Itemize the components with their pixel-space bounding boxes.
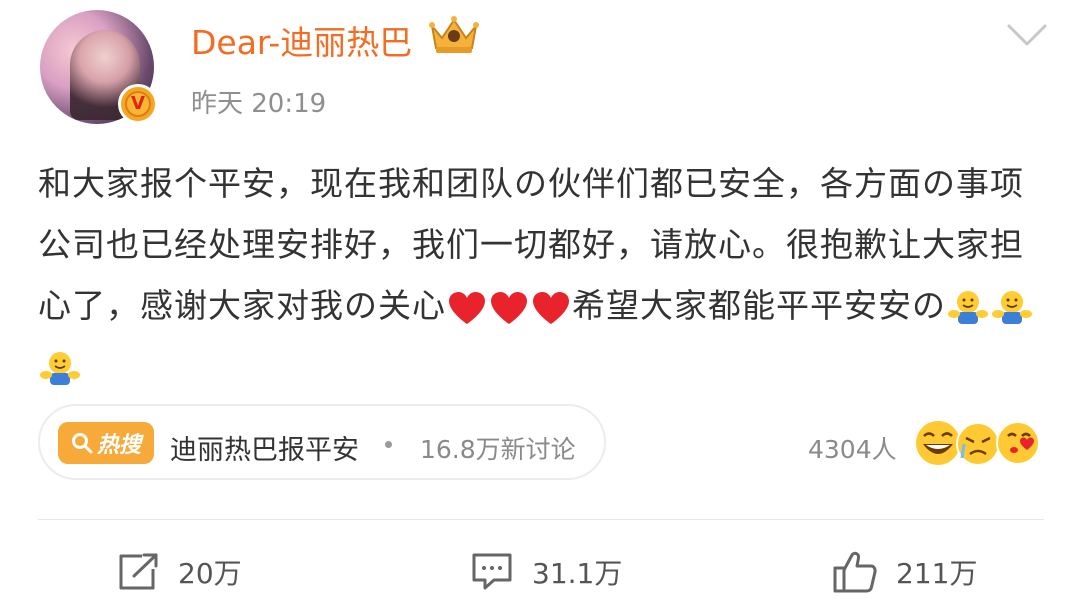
post-body: 和大家报个平安，现在我和团队の伙伴们都已安全，各方面の事项公司也已经处理安排好，…: [38, 153, 1048, 397]
hug-emoji-icon: [40, 351, 80, 385]
hot-topic-card[interactable]: 热搜 迪丽热巴报平安 16.8万新讨论: [38, 404, 606, 480]
laughing-emoji-icon: [916, 421, 960, 465]
hug-emoji-icon: [948, 290, 988, 324]
heart-icon: [449, 291, 485, 324]
topic-discussion-count: 16.8万新讨论: [420, 435, 576, 464]
reaction-emoji-stack[interactable]: [912, 418, 1044, 468]
heart-icon: [533, 291, 569, 324]
comment-icon: [472, 553, 512, 590]
chevron-down-icon[interactable]: [1006, 22, 1048, 48]
repost-icon: [119, 553, 158, 590]
like-icon: [833, 551, 877, 593]
hug-emoji-icon: [992, 290, 1032, 324]
post-timestamp: 昨天 20:19: [191, 89, 327, 119]
reaction-people-count[interactable]: 4304人: [808, 430, 897, 466]
repost-count: 20万: [178, 557, 242, 590]
heart-icon: [491, 291, 527, 324]
separator-dot: [385, 441, 392, 448]
vip-crown-icon[interactable]: [428, 14, 480, 56]
verified-icon: V: [118, 84, 158, 124]
post-text-wish: 希望大家都能平平安安の: [572, 286, 946, 325]
topic-title[interactable]: 迪丽热巴报平安: [170, 428, 359, 467]
comment-button[interactable]: 31.1万: [470, 548, 622, 596]
comment-count: 31.1万: [532, 557, 623, 590]
search-icon: [71, 433, 93, 454]
crying-emoji-icon: [956, 422, 1000, 466]
hot-search-badge: 热搜: [58, 422, 154, 464]
like-count: 211万: [896, 557, 978, 590]
kiss-emoji-icon: [996, 421, 1040, 465]
username[interactable]: Dear-迪丽热巴: [191, 16, 412, 64]
repost-button[interactable]: 20万: [116, 548, 242, 596]
hot-search-label: 热搜: [96, 433, 141, 458]
divider: [38, 519, 1044, 520]
like-button[interactable]: 211万: [832, 548, 977, 596]
